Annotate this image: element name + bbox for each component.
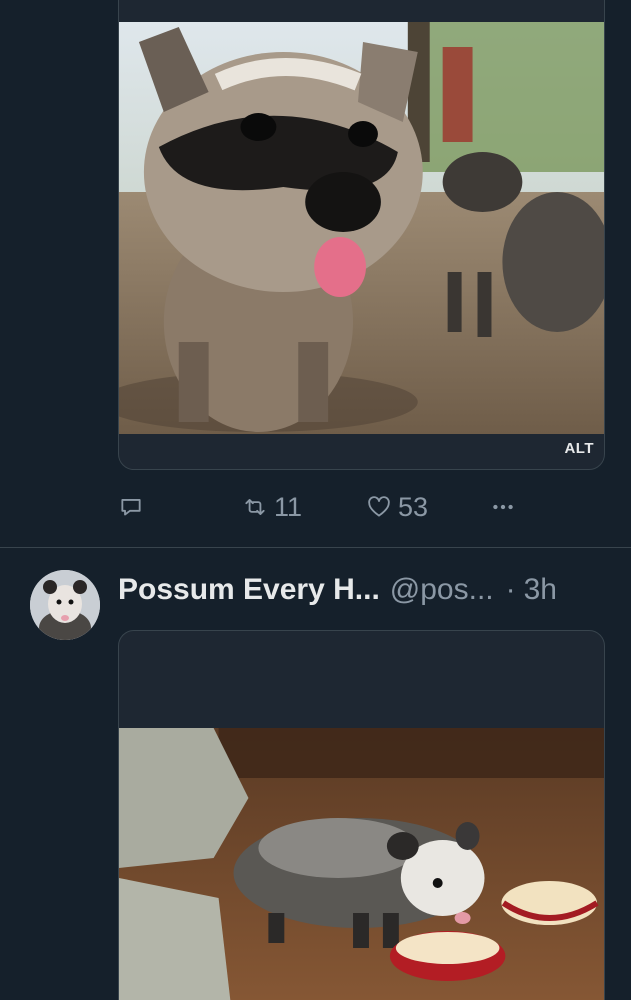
more-button[interactable]	[490, 487, 516, 527]
retweet-icon	[245, 499, 265, 515]
heart-icon	[368, 496, 390, 517]
avatar[interactable]	[30, 570, 100, 640]
separator-dot: ·	[505, 573, 516, 606]
alt-text-badge[interactable]: ALT	[564, 440, 594, 457]
retweet-button[interactable]: 11	[242, 487, 302, 527]
author-handle[interactable]: @pos...	[390, 573, 494, 607]
retweet-count: 11	[274, 491, 303, 522]
tweet-timestamp[interactable]: 3h	[524, 573, 557, 607]
possum-photo[interactable]	[119, 728, 604, 1000]
reply-icon	[121, 499, 141, 516]
reply-button[interactable]	[118, 487, 144, 527]
like-button[interactable]: 53	[366, 487, 428, 527]
tweet-actions: 11 53	[118, 487, 605, 527]
tweet-media-card[interactable]: ALT	[118, 0, 605, 470]
author-name[interactable]: Possum Every H...	[118, 573, 380, 607]
tweet-header: Possum Every H... @pos... · 3h	[118, 570, 618, 610]
tweet[interactable]: Possum Every H... @pos... · 3h	[0, 548, 631, 1000]
timeline-feed: ALT 11 53 Possum Every H... @pos... · 3h	[0, 0, 631, 1000]
more-icon	[493, 504, 513, 510]
tweet-media-card[interactable]	[118, 630, 605, 1000]
raccoon-photo[interactable]	[119, 22, 604, 434]
like-count: 53	[398, 491, 429, 522]
tweet[interactable]: ALT 11 53	[0, 0, 631, 547]
